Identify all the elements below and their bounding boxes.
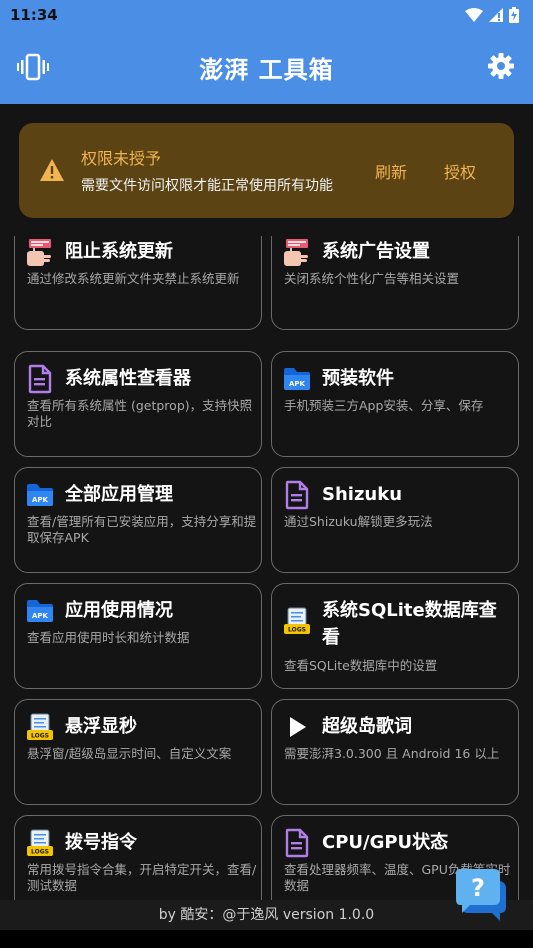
- svg-text:APK: APK: [32, 612, 49, 620]
- document-icon: [285, 828, 309, 858]
- tool-title: 预装软件: [322, 368, 394, 389]
- tool-icon: [282, 828, 312, 858]
- status-time: 11:34: [10, 6, 58, 24]
- apk-folder-icon: APK: [284, 368, 310, 390]
- tool-title: CPU/GPU状态: [322, 832, 449, 853]
- tool-card-sqlite-viewer[interactable]: LOGS 系统SQLite数据库查看 查看SQLite数据库中的设置: [271, 583, 519, 689]
- wifi-icon: [465, 8, 483, 22]
- tool-description: 通过Shizuku解锁更多玩法: [284, 514, 433, 529]
- tool-description: 通过修改系统更新文件夹禁止系统更新: [27, 271, 240, 286]
- tool-card-dial-codes[interactable]: LOGS 拨号指令 常用拨号指令合集，开启特定开关，查看/测试数据: [14, 815, 262, 900]
- tool-description: 悬浮窗/超级岛显示时间、自定义文案: [27, 746, 232, 761]
- tool-description: 查看SQLite数据库中的设置: [284, 658, 438, 673]
- tool-icon: [25, 364, 55, 394]
- gear-icon: [488, 53, 514, 79]
- tool-title: 全部应用管理: [65, 484, 173, 505]
- tool-icon: APK: [25, 480, 55, 510]
- document-icon: [285, 480, 309, 510]
- svg-text:LOGS: LOGS: [288, 627, 306, 634]
- warning-message: 需要文件访问权限才能正常使用所有功能: [81, 178, 333, 194]
- tool-title: 阻止系统更新: [65, 241, 173, 262]
- svg-text:LOGS: LOGS: [31, 849, 49, 856]
- status-icons: [465, 7, 519, 23]
- tool-card-app-usage[interactable]: APK 应用使用情况 查看应用使用时长和统计数据: [14, 583, 262, 689]
- document-icon: [28, 364, 52, 394]
- tool-icon: [25, 237, 55, 267]
- warning-title: 权限未授予: [81, 149, 162, 168]
- tool-title: 拨号指令: [65, 832, 137, 853]
- apk-folder-icon: APK: [27, 484, 53, 506]
- grant-permission-button[interactable]: 授权: [444, 159, 476, 183]
- stop-sign-icon: [27, 239, 51, 266]
- tool-icon: [282, 480, 312, 510]
- play-icon: [290, 717, 306, 737]
- logs-icon: LOGS: [27, 829, 53, 856]
- tool-card-super-island-lyrics[interactable]: 超级岛歌词 需要澎湃3.0.300 且 Android 16 以上: [271, 699, 519, 805]
- battery-icon: [509, 7, 519, 23]
- tool-title: 系统广告设置: [322, 241, 430, 262]
- stop-sign-icon: [284, 239, 308, 266]
- gesture-bar: [0, 930, 533, 948]
- tool-icon: APK: [25, 596, 55, 626]
- tool-card-all-app-management[interactable]: APK 全部应用管理 查看/管理所有已安装应用，支持分享和提取保存APK: [14, 467, 262, 573]
- vibrate-icon: [17, 53, 49, 81]
- svg-text:LOGS: LOGS: [31, 733, 49, 740]
- app-title: 澎湃 工具箱: [199, 55, 334, 84]
- tool-title: 悬浮显秒: [65, 716, 137, 737]
- logs-icon: LOGS: [284, 607, 310, 634]
- tool-card-block-system-update[interactable]: 阻止系统更新 通过修改系统更新文件夹禁止系统更新: [14, 236, 262, 330]
- tool-card-system-property-viewer[interactable]: 系统属性查看器 查看所有系统属性 (getprop)，支持快照对比: [14, 351, 262, 457]
- tool-icon: LOGS: [282, 606, 312, 636]
- tool-description: 需要澎湃3.0.300 且 Android 16 以上: [284, 746, 500, 761]
- tool-title: 应用使用情况: [65, 600, 173, 621]
- tool-icon: [282, 712, 312, 742]
- vibrate-button[interactable]: [16, 52, 50, 82]
- tool-description: 常用拨号指令合集，开启特定开关，查看/测试数据: [27, 862, 257, 893]
- tool-title: 超级岛歌词: [322, 716, 412, 737]
- apk-folder-icon: APK: [27, 600, 53, 622]
- tool-icon: [282, 237, 312, 267]
- refresh-button[interactable]: 刷新: [375, 159, 407, 183]
- tool-description: 查看所有系统属性 (getprop)，支持快照对比: [27, 398, 253, 429]
- tool-description: 手机预装三方App安装、分享、保存: [284, 398, 484, 413]
- tool-title: 系统属性查看器: [65, 368, 191, 389]
- svg-text:APK: APK: [289, 380, 306, 388]
- tool-icon: LOGS: [25, 712, 55, 742]
- help-button[interactable]: ?: [454, 869, 510, 923]
- svg-text:APK: APK: [32, 496, 49, 504]
- tool-icon: APK: [282, 364, 312, 394]
- tool-card-system-ad-settings[interactable]: 系统广告设置 关闭系统个性化广告等相关设置: [271, 236, 519, 330]
- tool-title: 系统SQLite数据库查看: [322, 600, 497, 648]
- app-bar: 澎湃 工具箱: [0, 30, 533, 104]
- tool-card-preinstalled-apps[interactable]: APK 预装软件 手机预装三方App安装、分享、保存: [271, 351, 519, 457]
- settings-button[interactable]: [487, 52, 515, 80]
- warning-icon: [40, 159, 64, 181]
- tool-card-shizuku[interactable]: Shizuku 通过Shizuku解锁更多玩法: [271, 467, 519, 573]
- app-root: 11:34 澎湃 工具箱 权限未授予 需要文件访问权限才能正常使用所有功能 刷新…: [0, 0, 533, 948]
- tool-description: 关闭系统个性化广告等相关设置: [284, 271, 460, 286]
- tool-card-floating-seconds[interactable]: LOGS 悬浮显秒 悬浮窗/超级岛显示时间、自定义文案: [14, 699, 262, 805]
- tool-title: Shizuku: [322, 484, 403, 505]
- status-bar: 11:34: [0, 0, 533, 30]
- signal-icon: [489, 8, 503, 22]
- svg-text:?: ?: [471, 874, 485, 902]
- tool-icon: LOGS: [25, 828, 55, 858]
- permission-warning-banner: 权限未授予 需要文件访问权限才能正常使用所有功能 刷新 授权: [19, 123, 514, 218]
- tool-list[interactable]: 阻止系统更新 通过修改系统更新文件夹禁止系统更新 系统广告设置 关闭系统个性化广…: [0, 236, 533, 900]
- logs-icon: LOGS: [27, 713, 53, 740]
- help-chat-icon: ?: [456, 869, 506, 921]
- tool-description: 查看应用使用时长和统计数据: [27, 630, 190, 645]
- tool-description: 查看/管理所有已安装应用，支持分享和提取保存APK: [27, 514, 257, 545]
